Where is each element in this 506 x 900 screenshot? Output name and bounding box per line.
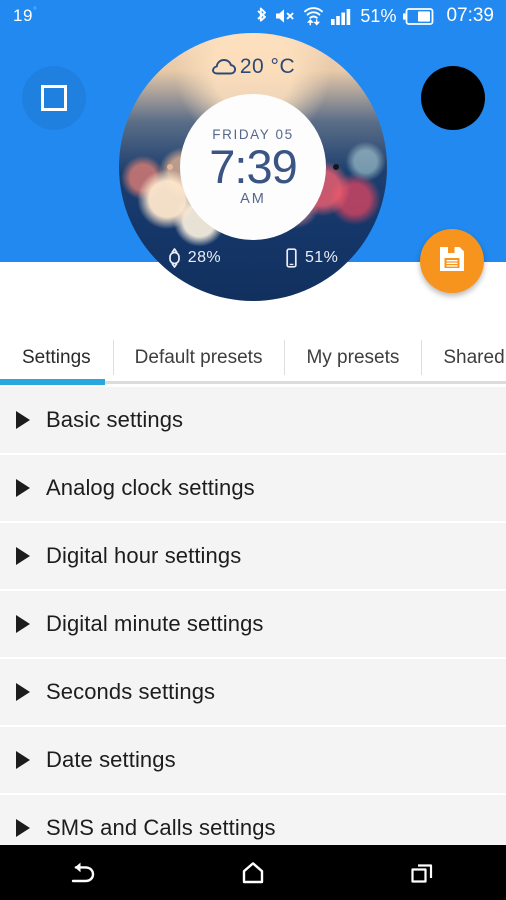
- app-root: 19° 51% 07:39 20 °C FRIDAY 05 7:39 AM 28…: [0, 0, 506, 900]
- watch-meridiem: AM: [240, 191, 266, 208]
- expand-triangle-icon: [16, 479, 30, 497]
- home-icon: [238, 860, 268, 886]
- list-item[interactable]: SMS and Calls settings: [0, 795, 506, 845]
- tab-default-presets-label: Default presets: [134, 346, 263, 368]
- tab-settings-label: Settings: [22, 346, 91, 368]
- list-item[interactable]: Date settings: [0, 727, 506, 793]
- nav-recents-button[interactable]: [337, 860, 506, 886]
- list-item-label: Basic settings: [46, 407, 184, 432]
- tab-active-indicator: [0, 379, 105, 385]
- watch-icon: [168, 248, 181, 268]
- watch-battery-value: 28%: [187, 249, 221, 266]
- expand-triangle-icon: [16, 683, 30, 701]
- watch-face-preview[interactable]: 20 °C FRIDAY 05 7:39 AM 28% 51%: [119, 33, 387, 301]
- phone-battery-value: 51%: [305, 249, 339, 266]
- tab-bar: Settings Default presets My presets Shar…: [0, 330, 506, 385]
- list-item-label: Analog clock settings: [46, 475, 255, 500]
- battery-percent-label: 51%: [360, 5, 397, 26]
- floppy-disk-icon: [437, 244, 467, 279]
- status-clock: 07:39: [446, 5, 494, 26]
- tab-my-presets-label: My presets: [306, 346, 400, 368]
- volume-mute-icon: [275, 7, 296, 25]
- expand-triangle-icon: [16, 411, 30, 429]
- nav-back-button[interactable]: [0, 860, 169, 886]
- list-item-label: Seconds settings: [46, 679, 216, 704]
- watch-weather-temp: 20 °C: [239, 55, 296, 78]
- list-item-label: Digital minute settings: [46, 611, 264, 636]
- tab-settings[interactable]: Settings: [0, 330, 113, 385]
- expand-triangle-icon: [16, 547, 30, 565]
- status-temperature-value: 19: [13, 6, 33, 25]
- list-item-label: Digital hour settings: [46, 543, 242, 568]
- list-item-label: Date settings: [46, 747, 176, 772]
- list-item[interactable]: Seconds settings: [0, 659, 506, 725]
- signal-bars-icon: [331, 7, 353, 25]
- settings-list[interactable]: Basic settings Analog clock settings Dig…: [0, 387, 506, 845]
- list-item[interactable]: Basic settings: [0, 387, 506, 453]
- watch-battery-stat: 28%: [168, 248, 221, 268]
- back-icon: [69, 860, 99, 886]
- list-item-label: SMS and Calls settings: [46, 815, 276, 840]
- list-item[interactable]: Digital minute settings: [0, 591, 506, 657]
- cloud-icon: [211, 58, 237, 77]
- list-item[interactable]: Digital hour settings: [0, 523, 506, 589]
- phone-icon: [285, 248, 298, 268]
- save-button[interactable]: [420, 229, 484, 293]
- tab-my-presets[interactable]: My presets: [284, 330, 421, 385]
- nav-home-button[interactable]: [169, 860, 338, 886]
- status-temperature: 19°: [13, 6, 37, 26]
- recents-icon: [407, 860, 437, 886]
- square-shape-toggle[interactable]: [22, 66, 86, 130]
- tab-shared-presets[interactable]: Shared presets: [421, 330, 506, 385]
- ambient-black-toggle[interactable]: [421, 66, 485, 130]
- dial-dot-right: [333, 164, 339, 170]
- watch-time: 7:39: [209, 139, 297, 193]
- tab-shared-presets-label: Shared presets: [443, 346, 506, 368]
- watch-inner-dial: FRIDAY 05 7:39 AM: [167, 94, 339, 240]
- watch-stats: 28% 51%: [119, 248, 387, 268]
- expand-triangle-icon: [16, 751, 30, 769]
- tab-indicator-track: [105, 381, 506, 384]
- expand-triangle-icon: [16, 615, 30, 633]
- expand-triangle-icon: [16, 819, 30, 837]
- android-nav-bar: [0, 845, 506, 900]
- dial-dot-left: [167, 164, 173, 170]
- wifi-icon: [303, 6, 324, 26]
- status-icons: 51% 07:39: [255, 5, 494, 27]
- degree-symbol: °: [32, 6, 38, 17]
- bluetooth-icon: [255, 6, 268, 26]
- square-icon: [41, 85, 67, 111]
- phone-battery-stat: 51%: [285, 248, 338, 268]
- list-item[interactable]: Analog clock settings: [0, 455, 506, 521]
- tab-default-presets[interactable]: Default presets: [112, 330, 285, 385]
- watch-weather: 20 °C: [119, 55, 387, 79]
- status-bar: 19° 51% 07:39: [0, 0, 506, 32]
- battery-icon: [403, 7, 434, 25]
